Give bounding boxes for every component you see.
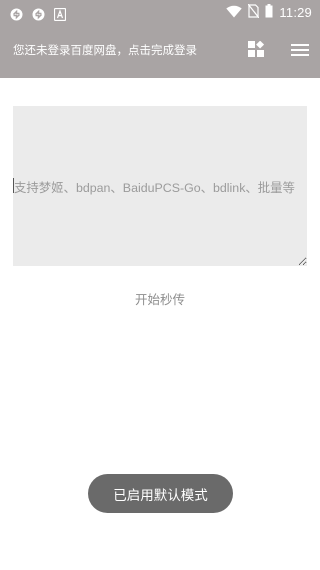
no-sim-icon [247, 3, 260, 22]
wifi-icon [226, 3, 243, 22]
menu-icon [291, 42, 309, 61]
link-input[interactable] [13, 106, 307, 266]
sync-icon [32, 6, 45, 20]
clock-time: 11:29 [279, 4, 312, 20]
battery-icon [265, 3, 273, 22]
status-left-icons [10, 4, 67, 21]
sync-icon [10, 6, 23, 20]
login-prompt[interactable]: 您还未登录百度网盘，点击完成登录 [13, 42, 197, 58]
apps-button[interactable] [243, 38, 269, 64]
start-transfer-button[interactable]: 开始秒传 [0, 290, 320, 310]
text-cursor [13, 178, 14, 193]
toast-text: 已启用默认模式 [113, 487, 208, 504]
menu-button[interactable] [287, 38, 313, 64]
apps-icon [248, 40, 265, 61]
status-bar: 11:29 [0, 0, 320, 24]
app-toolbar: 您还未登录百度网盘，点击完成登录 [0, 24, 320, 78]
notification-a-icon [53, 6, 67, 21]
status-right-icons: 11:29 [226, 3, 312, 21]
toast-message: 已启用默认模式 [88, 474, 233, 513]
